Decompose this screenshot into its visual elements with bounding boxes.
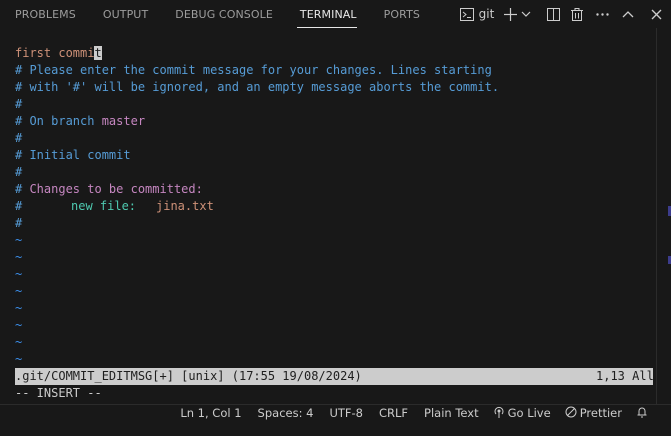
terminal-name: git [478,7,495,21]
status-bar: Ln 1, Col 1 Spaces: 4 UTF-8 CRLF Plain T… [0,404,671,421]
trash-icon [571,7,583,21]
tab-terminal[interactable]: TERMINAL [285,0,369,28]
encoding-indicator[interactable]: UTF-8 [329,406,363,420]
close-panel-button[interactable] [641,3,671,25]
comment-line: # [15,131,23,145]
prettier-button[interactable]: Prettier [565,406,622,421]
initial-commit-line: # Initial commit [15,148,131,162]
empty-line-marker: ~ [15,233,23,247]
empty-line-marker: ~ [15,335,23,349]
commit-message-text: first commi [15,46,95,60]
terminal-area[interactable]: first commit # Please enter the commit m… [0,28,671,404]
empty-line-marker: ~ [15,250,23,264]
tab-output[interactable]: OUTPUT [88,0,160,28]
tab-ports[interactable]: PORTS [369,0,432,28]
split-icon [546,7,560,21]
new-file-hash: # [15,199,23,213]
comment-line: # Please enter the commit message for yo… [15,63,492,77]
comment-line: # [15,97,23,111]
notifications-button[interactable] [636,406,651,421]
split-terminal-button[interactable] [541,3,565,25]
chevron-down-icon [521,11,531,17]
plus-icon [503,7,517,21]
chevron-up-icon [622,10,634,18]
changes-hash: # [15,182,30,196]
vim-mode-indicator: -- INSERT -- [15,386,102,400]
bell-icon [636,406,651,421]
prettier-status-icon [565,406,580,421]
empty-line-marker: ~ [15,267,23,281]
tab-problems[interactable]: PROBLEMS [0,0,88,28]
branch-line: # On branch master [15,113,145,130]
terminal-dropdown-button[interactable] [519,3,533,25]
vim-file-info: .git/COMMIT_EDITMSG[+] [unix] (17:55 19/… [15,369,362,383]
go-live-label: Go Live [507,406,551,420]
vim-cursor-position: 1,13 All [596,369,654,383]
branch-prefix: # On branch [15,114,102,128]
changes-label: Changes to be committed: [29,182,203,196]
more-actions-button[interactable] [589,3,615,25]
panel-actions: git [457,0,671,28]
eol-indicator[interactable]: CRLF [379,406,408,420]
comment-line: # [15,165,23,179]
changes-header-line: # Changes to be committed: [15,181,203,198]
comment-line: # [15,216,23,230]
maximize-panel-button[interactable] [615,3,641,25]
new-file-line: # new file: jina.txt [15,198,214,215]
commit-message-line: first commit [15,45,102,62]
indentation-indicator[interactable]: Spaces: 4 [258,406,314,420]
empty-line-marker: ~ [15,318,23,332]
broadcast-icon [493,406,508,421]
language-mode-indicator[interactable]: Plain Text [424,406,479,420]
cursor-position-indicator[interactable]: Ln 1, Col 1 [180,406,241,420]
terminal-selector[interactable]: git [457,3,497,25]
text-cursor: t [94,46,102,60]
tab-debug-console[interactable]: DEBUG CONSOLE [160,0,285,28]
prettier-label: Prettier [579,406,622,420]
empty-line-marker: ~ [15,284,23,298]
new-terminal-button[interactable] [501,3,519,25]
terminal-icon [459,7,474,21]
kill-terminal-button[interactable] [565,3,589,25]
go-live-button[interactable]: Go Live [493,406,551,421]
new-file-label: new file: [71,199,137,213]
vim-status-line: .git/COMMIT_EDITMSG[+] [unix] (17:55 19/… [15,368,654,385]
close-icon [651,9,662,20]
branch-name: master [101,114,146,128]
empty-line-marker: ~ [15,352,23,366]
empty-line-marker: ~ [15,301,23,315]
terminal-scrollbar[interactable] [656,28,671,404]
comment-line: # with '#' will be ignored, and an empty… [15,80,500,94]
ellipsis-icon [595,12,609,16]
new-file-name: jina.txt [156,199,214,213]
